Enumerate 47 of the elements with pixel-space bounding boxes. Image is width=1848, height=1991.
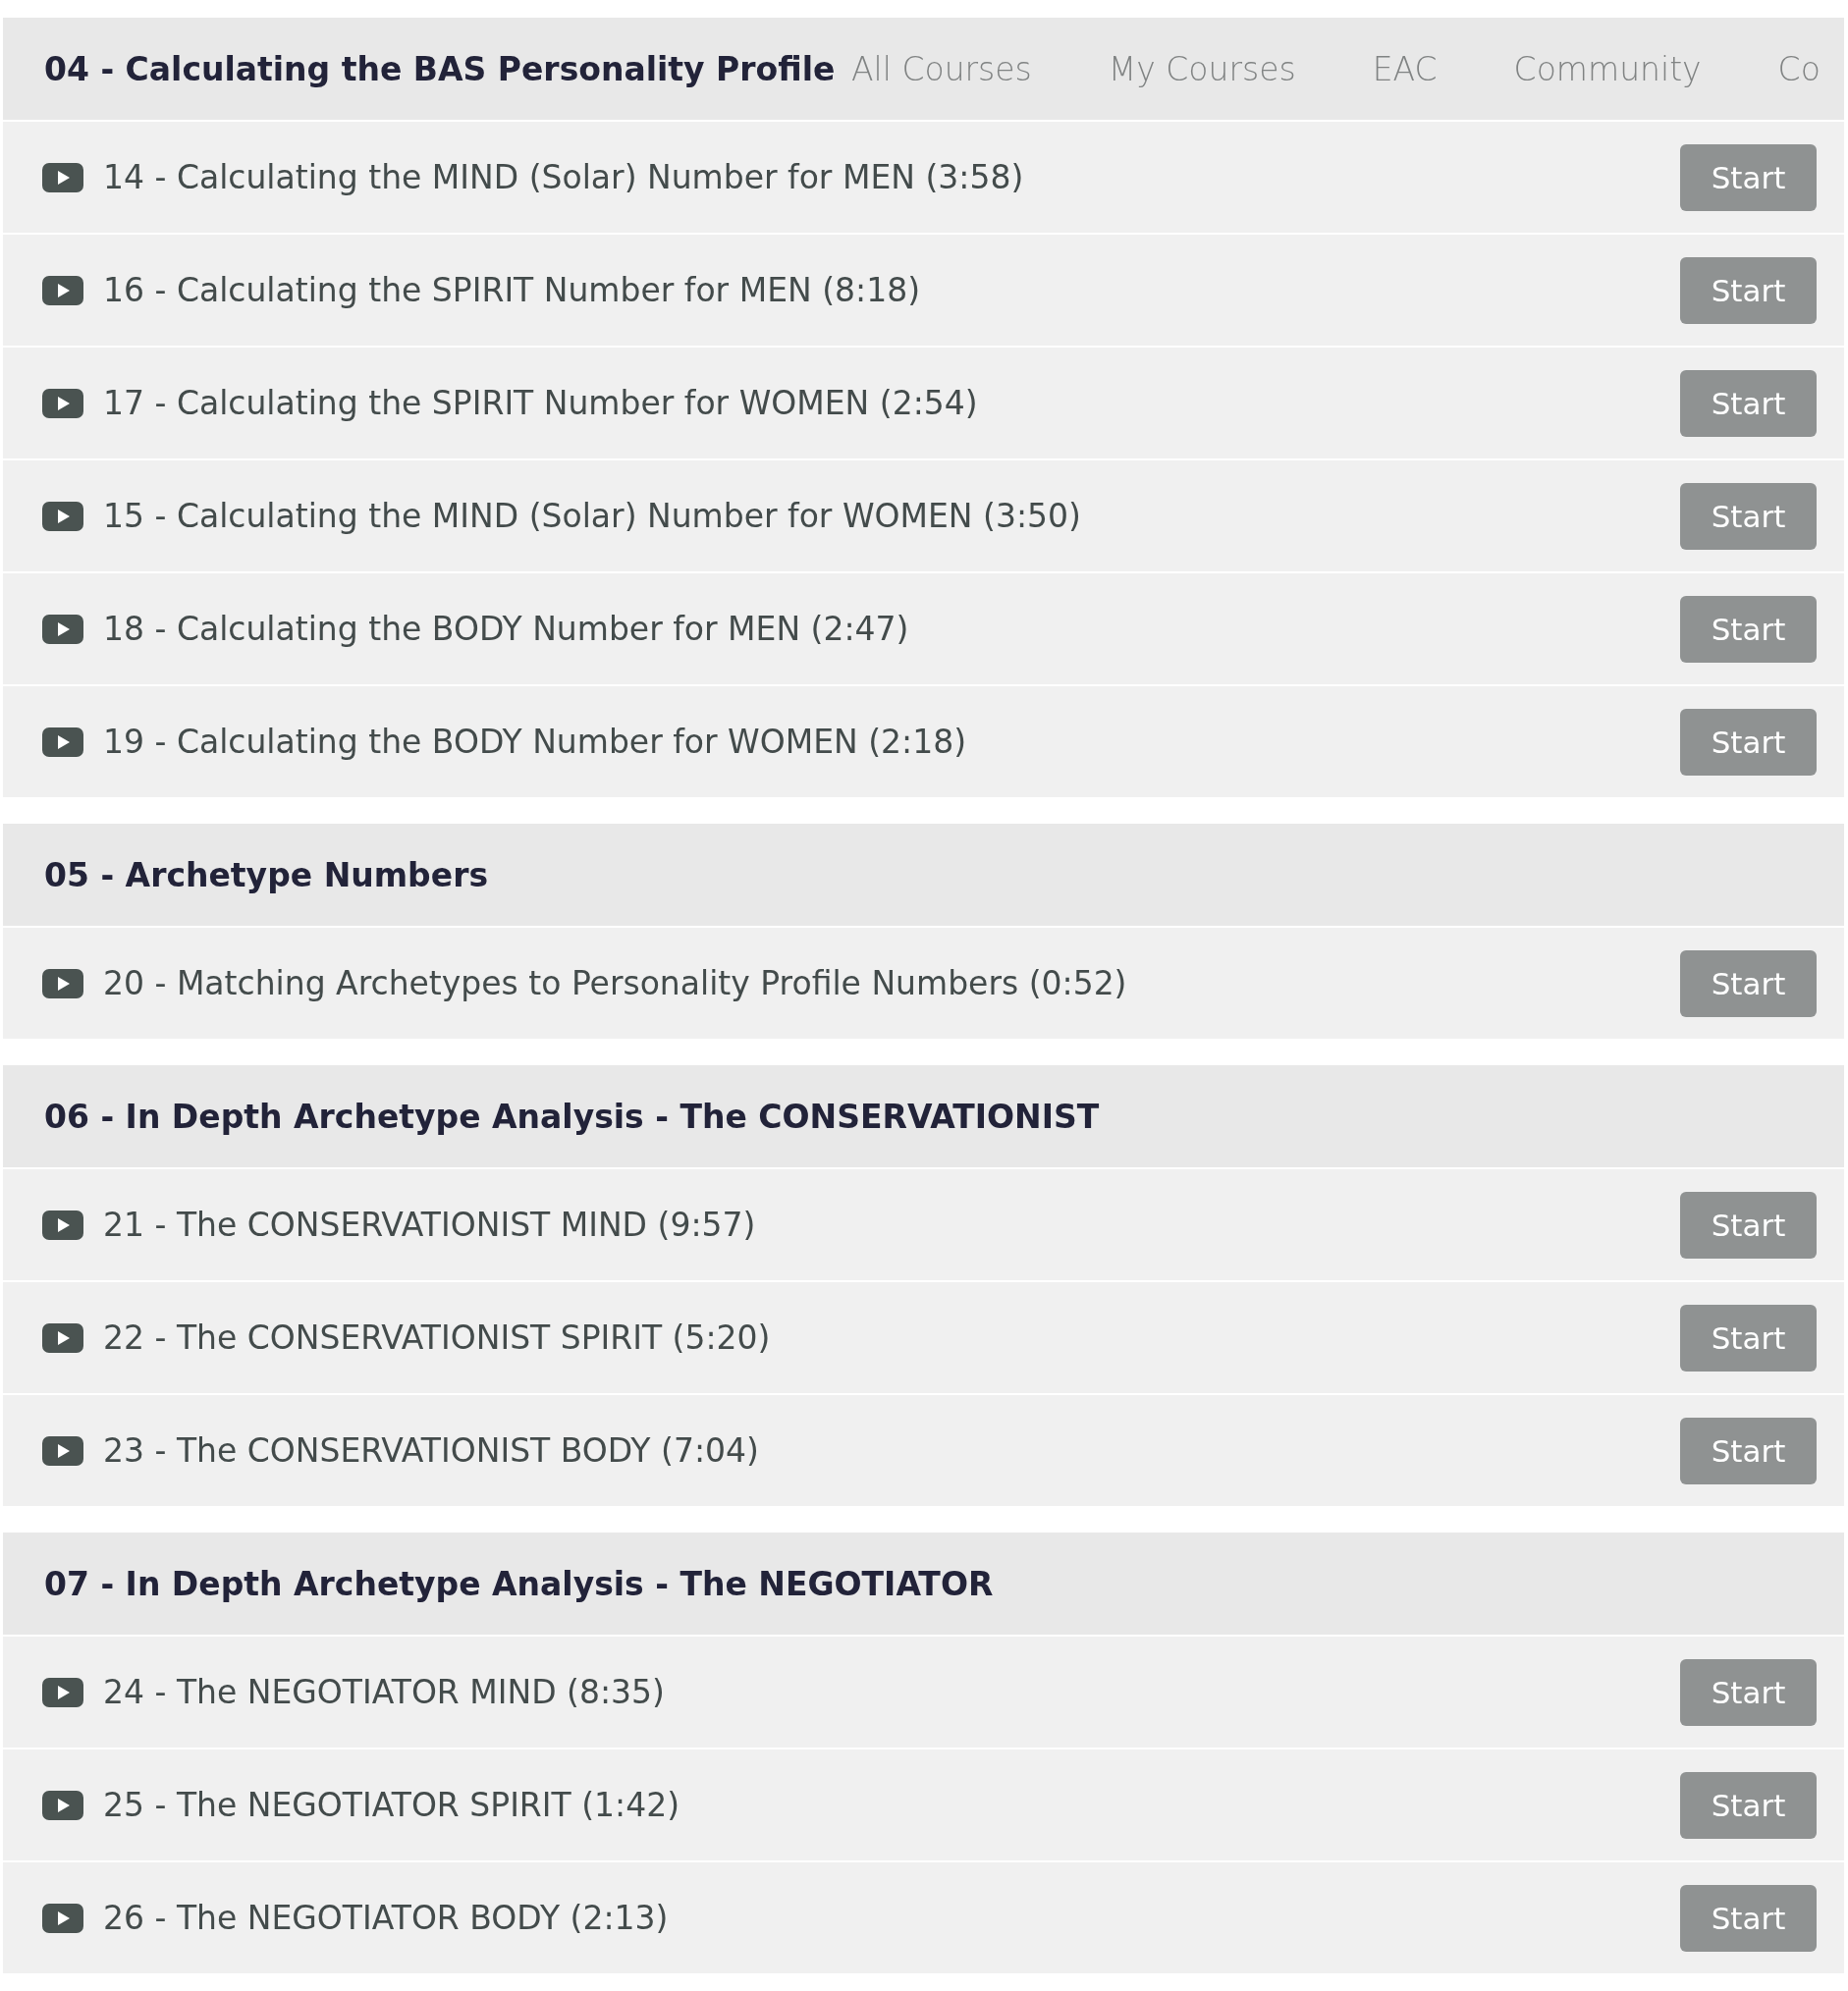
start-button[interactable]: Start	[1680, 143, 1817, 211]
lesson-title: 19 - Calculating the BODY Number for WOMEN (2:18)	[103, 723, 968, 761]
lesson-title: 24 - The NEGOTIATOR MIND (8:35)	[103, 1673, 666, 1711]
play-icon	[42, 162, 83, 192]
play-icon	[42, 1903, 83, 1933]
section-title: 07 - In Depth Archetype Analysis - The NEGOTIATOR	[3, 1533, 1844, 1635]
play-icon	[42, 1210, 83, 1240]
lesson-title: 22 - The CONSERVATIONIST SPIRIT (5:20)	[103, 1318, 772, 1357]
nav-link[interactable]: Community	[1513, 49, 1702, 88]
lesson-title: 23 - The CONSERVATIONIST BODY (7:04)	[103, 1431, 760, 1470]
lesson-title: 14 - Calculating the MIND (Solar) Number for MEN (3:58)	[103, 158, 1025, 196]
start-button[interactable]: Start	[1680, 369, 1817, 437]
start-button[interactable]: Start	[1680, 595, 1817, 663]
nav-link[interactable]: Co	[1777, 49, 1821, 88]
lesson-title: 25 - The NEGOTIATOR SPIRIT (1:42)	[103, 1786, 681, 1824]
nav-link[interactable]: All Courses	[851, 49, 1032, 88]
lesson-title: 18 - Calculating the BODY Number for MEN (2:47)	[103, 610, 910, 648]
section-title: 06 - In Depth Archetype Analysis - The CONSERVATIONIST	[3, 1065, 1844, 1167]
start-button[interactable]: Start	[1680, 1304, 1817, 1372]
lesson-title: 16 - Calculating the SPIRIT Number for MEN (8:18)	[103, 271, 922, 309]
start-button[interactable]: Start	[1680, 256, 1817, 324]
lesson-title: 26 - The NEGOTIATOR BODY (2:13)	[103, 1899, 670, 1937]
start-button[interactable]: Start	[1680, 1884, 1817, 1952]
lesson-title: 20 - Matching Archetypes to Personality Profile Numbers (0:52)	[103, 964, 1128, 1002]
start-button[interactable]: Start	[1680, 1417, 1817, 1484]
lesson-title: 17 - Calculating the SPIRIT Number for WOMEN (2:54)	[103, 384, 979, 422]
nav-link[interactable]: My Courses	[1108, 49, 1296, 88]
play-icon	[42, 275, 83, 305]
start-button[interactable]: Start	[1680, 949, 1817, 1017]
start-button[interactable]: Start	[1680, 1658, 1817, 1726]
nav-link[interactable]: EAC	[1372, 49, 1438, 88]
play-icon	[42, 1435, 83, 1466]
lesson-title: 21 - The CONSERVATIONIST MIND (9:57)	[103, 1206, 757, 1244]
section-title: 05 - Archetype Numbers	[3, 824, 1844, 926]
play-icon	[42, 968, 83, 998]
play-icon	[42, 388, 83, 418]
start-button[interactable]: Start	[1680, 1191, 1817, 1259]
lesson-title: 15 - Calculating the MIND (Solar) Number for WOMEN (3:50)	[103, 497, 1082, 535]
play-icon	[42, 501, 83, 531]
play-icon	[42, 726, 83, 757]
play-icon	[42, 1322, 83, 1353]
start-button[interactable]: Start	[1680, 482, 1817, 550]
start-button[interactable]: Start	[1680, 1771, 1817, 1839]
play-icon	[42, 614, 83, 644]
play-icon	[42, 1677, 83, 1707]
play-icon	[42, 1790, 83, 1820]
start-button[interactable]: Start	[1680, 708, 1817, 776]
